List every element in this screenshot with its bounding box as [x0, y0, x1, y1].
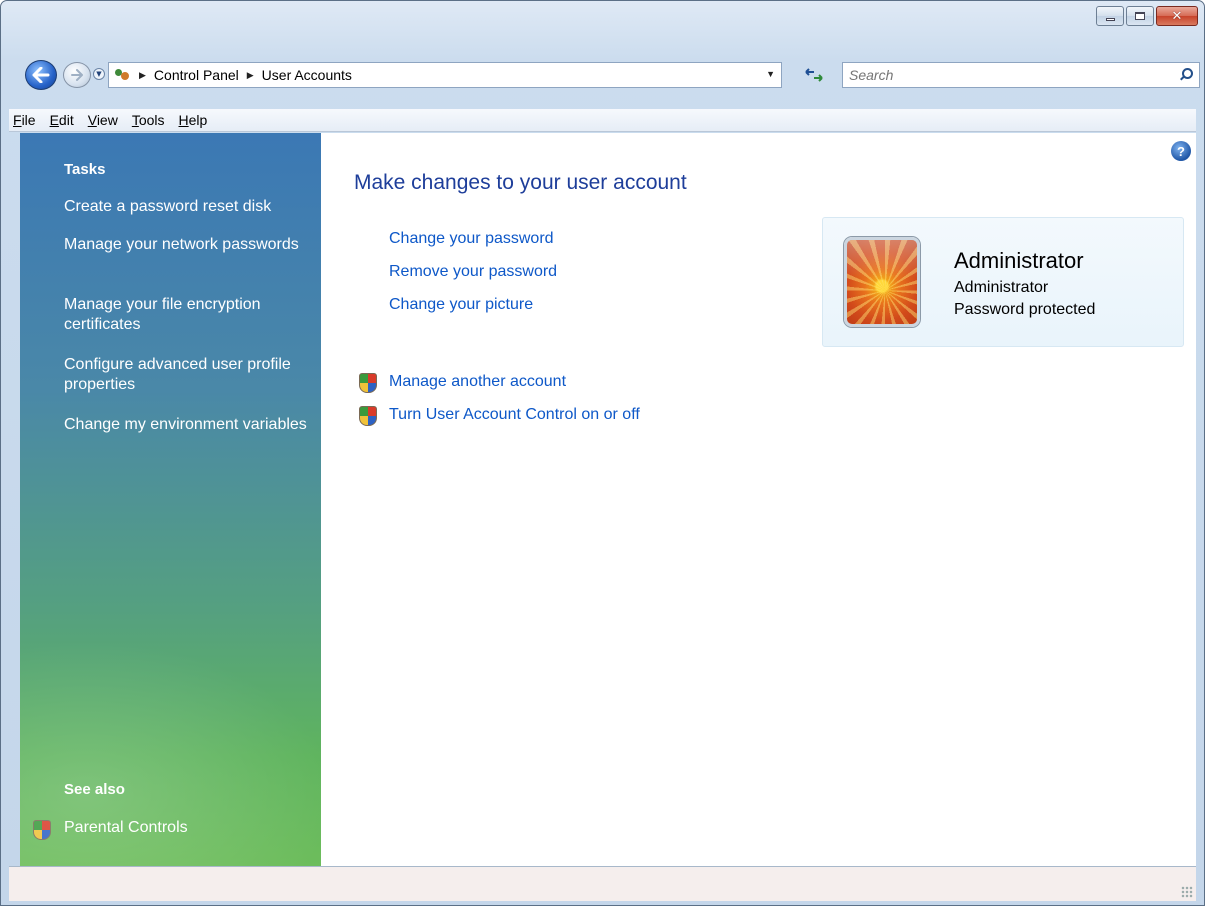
- account-card: Administrator Administrator Password pro…: [822, 217, 1184, 347]
- task-change-environment-variables[interactable]: Change my environment variables: [64, 415, 309, 435]
- task-create-password-reset-disk[interactable]: Create a password reset disk: [64, 197, 309, 217]
- user-accounts-icon: [113, 67, 131, 83]
- tasks-heading: Tasks: [64, 161, 106, 178]
- forward-button[interactable]: [63, 62, 91, 88]
- menu-bar: File Edit View Tools Help: [9, 109, 1196, 132]
- task-configure-advanced-profile[interactable]: Configure advanced user profile properti…: [64, 355, 309, 395]
- see-also-heading: See also: [64, 781, 125, 798]
- search-icon[interactable]: [1180, 68, 1193, 80]
- toggle-uac-link[interactable]: Turn User Account Control on or off: [389, 406, 640, 424]
- breadcrumb-user-accounts[interactable]: User Accounts: [262, 67, 352, 83]
- menu-edit[interactable]: Edit: [43, 112, 81, 128]
- resize-grip-icon[interactable]: [1181, 886, 1193, 898]
- breadcrumb-separator-icon[interactable]: ▶: [139, 70, 146, 81]
- breadcrumb-control-panel[interactable]: Control Panel: [154, 67, 239, 83]
- remove-password-link[interactable]: Remove your password: [389, 263, 557, 281]
- close-button[interactable]: ✕: [1156, 6, 1198, 26]
- task-manage-file-encryption-certificates[interactable]: Manage your file encryption certificates: [64, 295, 309, 335]
- minimize-button[interactable]: [1096, 6, 1124, 26]
- explorer-window: ✕ ▼ ▶ Control Panel ▶ User Accounts ▼ Se…: [0, 0, 1205, 906]
- parental-controls-link[interactable]: Parental Controls: [64, 819, 188, 837]
- uac-shield-icon: [358, 406, 377, 426]
- navigation-bar: ▼ ▶ Control Panel ▶ User Accounts ▼: [1, 58, 1204, 92]
- close-icon: ✕: [1171, 8, 1183, 24]
- address-dropdown-icon[interactable]: ▼: [766, 69, 775, 79]
- account-status: Password protected: [954, 301, 1096, 318]
- search-box[interactable]: [842, 62, 1200, 88]
- help-icon[interactable]: ?: [1171, 141, 1191, 161]
- change-password-link[interactable]: Change your password: [389, 230, 554, 248]
- caption-buttons: ✕: [1096, 6, 1198, 26]
- maximize-icon: [1135, 12, 1145, 20]
- breadcrumb-separator-icon[interactable]: ▶: [247, 70, 254, 81]
- search-input[interactable]: [849, 65, 1149, 85]
- maximize-button[interactable]: [1126, 6, 1154, 26]
- change-picture-link[interactable]: Change your picture: [389, 296, 533, 314]
- refresh-icon: [805, 68, 823, 82]
- avatar: [844, 237, 920, 327]
- minimize-icon: [1105, 17, 1115, 21]
- refresh-button[interactable]: [800, 65, 828, 85]
- manage-another-account-link[interactable]: Manage another account: [389, 373, 566, 391]
- menu-view[interactable]: View: [81, 112, 125, 128]
- uac-shield-icon: [358, 373, 377, 393]
- back-arrow-icon: [32, 67, 50, 83]
- task-pane: Tasks Create a password reset disk Manag…: [20, 133, 321, 866]
- address-bar[interactable]: ▶ Control Panel ▶ User Accounts ▼: [108, 62, 782, 88]
- forward-arrow-icon: [71, 69, 83, 81]
- back-button[interactable]: [25, 60, 57, 90]
- menu-help[interactable]: Help: [172, 112, 215, 128]
- uac-shield-icon: [32, 820, 51, 840]
- task-manage-network-passwords[interactable]: Manage your network passwords: [64, 235, 309, 255]
- recent-pages-dropdown[interactable]: ▼: [93, 68, 105, 80]
- account-name: Administrator: [954, 248, 1084, 273]
- main-content: ? Make changes to your user account Chan…: [321, 133, 1196, 866]
- account-type: Administrator: [954, 279, 1049, 296]
- page-title: Make changes to your user account: [354, 171, 687, 194]
- menu-tools[interactable]: Tools: [125, 112, 172, 128]
- status-bar: [9, 866, 1196, 901]
- menu-file[interactable]: File: [9, 112, 43, 128]
